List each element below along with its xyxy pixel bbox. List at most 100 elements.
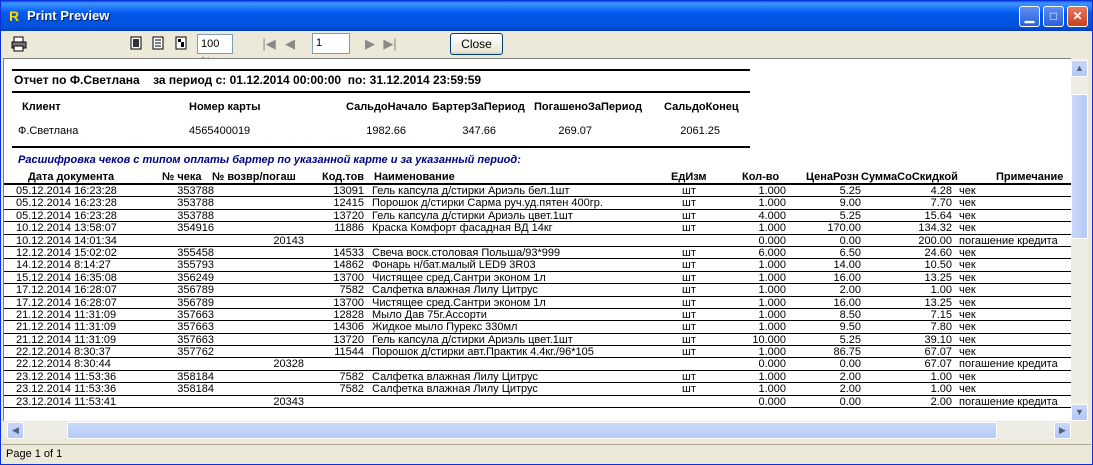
actual-size-icon[interactable] — [172, 34, 190, 54]
horizontal-scroll-thumb[interactable] — [67, 422, 997, 439]
cell-name: Гель капсула д/стирки Ариэль цвет.1шт — [372, 209, 573, 222]
title-bar[interactable]: R Print Preview ▁ □ ✕ — [1, 1, 1092, 31]
cell-qty: 0.000 — [758, 358, 786, 371]
cell-sum: 4.28 — [930, 185, 952, 197]
cell-code: 7582 — [339, 284, 364, 297]
page-width-icon[interactable] — [149, 34, 167, 54]
minimize-button[interactable]: ▁ — [1019, 6, 1040, 27]
scroll-down-icon[interactable]: ▼ — [1071, 404, 1088, 421]
zoom-field[interactable]: 100 % — [197, 34, 233, 68]
cell-price: 0.00 — [839, 395, 861, 408]
cell-price: 2.00 — [839, 383, 861, 396]
cell-price: 5.25 — [839, 209, 861, 222]
cell-sum: 1.00 — [930, 370, 952, 383]
cell-date: 10.12.2014 14:01:34 — [16, 234, 117, 247]
column-header-return: № возвр/погаш — [212, 171, 296, 183]
cell-date: 21.12.2014 11:31:09 — [16, 321, 117, 334]
cell-date: 22.12.2014 8:30:44 — [16, 358, 111, 371]
cell-unit: шт — [682, 308, 696, 321]
cell-note: чек — [959, 284, 976, 297]
cell-note: чек — [959, 222, 976, 235]
scroll-left-icon[interactable]: ◀ — [7, 422, 24, 439]
cell-check: 355793 — [177, 259, 214, 272]
next-page-icon[interactable]: ▶ — [364, 34, 376, 54]
cell-check: 357663 — [177, 308, 214, 321]
cell-name: Фонарь н/бат.малый LED9 3R03 — [372, 259, 536, 272]
print-icon[interactable] — [10, 34, 28, 54]
table-row: 17.12.2014 16:28:07 356789 7582 Салфетка вл… — [4, 284, 1071, 297]
column-header-unit: ЕдИзм — [671, 171, 707, 183]
summary-rule — [12, 146, 750, 148]
cell-date: 23.12.2014 11:53:41 — [16, 395, 117, 408]
cell-price: 9.00 — [839, 197, 861, 210]
cell-sum: 39.10 — [924, 333, 952, 346]
print-preview-window: R Print Preview ▁ □ ✕ 100 % |◀ ◀ 1 ▶ ▶| … — [0, 0, 1093, 465]
cell-name: Гель капсула д/стирки Ариэль бел.1шт — [372, 185, 570, 197]
cell-price: 16.00 — [833, 271, 861, 284]
summary-card: 4565400019 — [189, 125, 251, 137]
cell-unit: шт — [682, 333, 696, 346]
cell-code: 13700 — [333, 296, 364, 309]
cell-sum: 67.07 — [924, 358, 952, 371]
one-page-icon[interactable] — [127, 34, 145, 54]
cell-code: 13720 — [333, 333, 364, 346]
table-row: 05.12.2014 16:23:28 353788 13091 Гель капсу… — [4, 185, 1071, 198]
cell-note: чек — [959, 383, 976, 396]
cell-check: 356789 — [177, 296, 214, 309]
prev-page-icon[interactable]: ◀ — [284, 34, 296, 54]
cell-note: чек — [959, 185, 976, 197]
cell-check: 357762 — [177, 346, 214, 359]
close-button[interactable]: Close — [450, 33, 503, 55]
cell-note: чек — [959, 333, 976, 346]
cell-sum: 7.15 — [930, 308, 952, 321]
summary-header-start-balance: СальдоНачало — [346, 101, 428, 113]
page-number-field[interactable]: 1 — [312, 33, 350, 54]
cell-qty: 1.000 — [758, 222, 786, 235]
summary-client: Ф.Светлана — [18, 125, 79, 137]
cell-code: 12415 — [333, 197, 364, 210]
column-header-date: Дата документа — [28, 171, 115, 183]
cell-check: 356789 — [177, 284, 214, 297]
last-page-icon[interactable]: ▶| — [383, 34, 397, 54]
cell-note: чек — [959, 246, 976, 259]
scroll-right-icon[interactable]: ▶ — [1054, 422, 1071, 439]
cell-qty: 1.000 — [758, 321, 786, 334]
cell-check: 353788 — [177, 197, 214, 210]
cell-code: 7582 — [339, 370, 364, 383]
table-row: 23.12.2014 11:53:36 358184 7582 Салфетка вл… — [4, 370, 1071, 384]
cell-qty: 1.000 — [758, 284, 786, 297]
maximize-button[interactable]: □ — [1043, 6, 1064, 27]
table-row: 14.12.2014 8:14:27 355793 14862 Фонарь н/ба… — [4, 259, 1071, 272]
column-header-code: Код.тов — [322, 171, 365, 183]
cell-sum: 15.64 — [924, 209, 952, 222]
cell-date: 10.12.2014 13:58:07 — [16, 222, 117, 235]
cell-note: чек — [959, 259, 976, 272]
table-row: 21.12.2014 11:31:09 357663 12828 Мыло Дав 7… — [4, 308, 1071, 322]
scroll-up-icon[interactable]: ▲ — [1071, 60, 1088, 77]
status-page-info: Page 1 of 1 — [6, 448, 63, 460]
column-header-check: № чека — [162, 171, 202, 183]
cell-name: Мыло Дав 75г.Ассорти — [372, 308, 487, 321]
cell-sum: 7.70 — [930, 197, 952, 210]
cell-unit: шт — [682, 271, 696, 284]
cell-unit: шт — [682, 321, 696, 334]
vertical-scroll-thumb[interactable] — [1071, 94, 1088, 239]
cell-qty: 10.000 — [752, 333, 786, 346]
cell-price: 2.00 — [839, 284, 861, 297]
cell-note: чек — [959, 209, 976, 222]
first-page-icon[interactable]: |◀ — [262, 34, 276, 54]
column-header-qty: Кол-во — [742, 171, 780, 183]
horizontal-scrollbar[interactable]: ◀ ▶ — [3, 422, 1071, 439]
vertical-scrollbar[interactable]: ▲ ▼ — [1071, 58, 1088, 421]
cell-qty: 1.000 — [758, 296, 786, 309]
close-window-button[interactable]: ✕ — [1067, 6, 1088, 27]
summary-header-client: Клиент — [22, 101, 61, 113]
cell-date: 17.12.2014 16:28:07 — [16, 284, 117, 297]
cell-return: 20343 — [273, 395, 304, 408]
preview-canvas[interactable]: Отчет по Ф.Светлана за период с: 01.12.2… — [3, 58, 1071, 421]
table-row: 05.12.2014 16:23:28 353788 13720 Гель капсу… — [4, 209, 1071, 223]
app-icon: R — [8, 8, 20, 24]
cell-sum: 2.00 — [930, 395, 952, 408]
cell-date: 21.12.2014 11:31:09 — [16, 308, 117, 321]
cell-qty: 1.000 — [758, 185, 786, 197]
